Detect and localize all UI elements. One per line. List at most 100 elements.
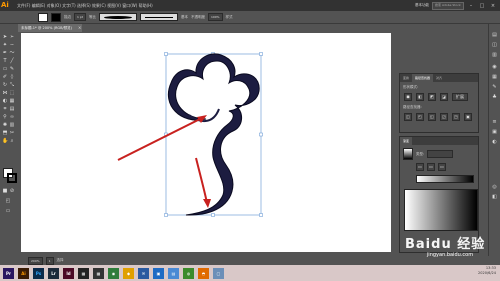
taskbar-app-window[interactable]: ▢ bbox=[213, 267, 224, 279]
selection-tool-icon[interactable]: ➤ bbox=[2, 34, 8, 40]
brush-profile-dropdown[interactable] bbox=[98, 13, 137, 21]
system-clock[interactable]: 13:33 2020/6/24 bbox=[478, 266, 496, 276]
tab-gradient[interactable]: 渐变 bbox=[400, 137, 413, 145]
tab-align[interactable]: 对齐 bbox=[433, 74, 445, 82]
maximize-button[interactable]: □ bbox=[478, 3, 486, 9]
gradient-slider[interactable] bbox=[416, 175, 474, 183]
taskbar-app-files[interactable]: ▤ bbox=[168, 267, 179, 279]
close-window-button[interactable]: × bbox=[489, 3, 497, 9]
pen-tool-icon[interactable]: ✒ bbox=[2, 50, 8, 56]
draw-mode-icon[interactable]: ◰ bbox=[5, 198, 11, 204]
artboard-number-field[interactable]: 1 bbox=[45, 256, 54, 265]
rotate-tool-icon[interactable]: ↻ bbox=[2, 82, 8, 88]
fill-swatch[interactable] bbox=[38, 12, 48, 22]
taskbar-app-video[interactable]: ▦ bbox=[78, 267, 89, 279]
column-graph-tool-icon[interactable]: ▥ bbox=[9, 122, 15, 128]
symbol-sprayer-tool-icon[interactable]: ✺ bbox=[2, 122, 8, 128]
artboard-canvas[interactable] bbox=[21, 33, 391, 252]
stroke-panel-icon[interactable]: ≡ bbox=[491, 119, 498, 126]
taskbar-app-photoshop[interactable]: Ps bbox=[33, 267, 44, 279]
stroke-gradient-icon[interactable]: ▭ bbox=[416, 163, 424, 171]
rectangle-tool-icon[interactable]: ▭ bbox=[2, 66, 8, 72]
screen-mode-icon[interactable]: ▭ bbox=[5, 208, 11, 214]
main-menu[interactable]: 文件(F) 编辑(E) 对象(O) 文字(T) 选择(S) 效果(C) 视图(V… bbox=[17, 3, 153, 9]
taskbar-app-chrome[interactable]: ◍ bbox=[183, 267, 194, 279]
tab-transform[interactable]: 变换 bbox=[400, 74, 412, 82]
tab-pathfinder[interactable]: 路径查找器 bbox=[412, 74, 434, 82]
slice-tool-icon[interactable]: ✂ bbox=[9, 130, 15, 136]
workspace-switcher[interactable]: 基本功能 bbox=[415, 3, 429, 8]
stroke-style-dropdown[interactable] bbox=[139, 13, 178, 21]
minus-front-button[interactable]: ◧ bbox=[416, 93, 424, 101]
zoom-tool-icon[interactable]: ⌕ bbox=[9, 138, 15, 144]
gradient-panel-icon[interactable]: ▣ bbox=[491, 129, 498, 136]
stroke-swatch[interactable] bbox=[51, 12, 61, 22]
color-mode-icon[interactable]: ■ bbox=[2, 188, 8, 194]
scale-tool-icon[interactable]: ⤡ bbox=[9, 82, 15, 88]
curvature-tool-icon[interactable]: 〜 bbox=[9, 50, 15, 56]
blend-tool-icon[interactable]: ∞ bbox=[9, 114, 15, 120]
taskbar-app-media[interactable]: ▦ bbox=[93, 267, 104, 279]
taskbar-app-yellow[interactable]: ◆ bbox=[123, 267, 134, 279]
mesh-tool-icon[interactable]: ⌗ bbox=[2, 106, 8, 112]
taskbar-app-indesign[interactable]: Id bbox=[63, 267, 74, 279]
taskbar-app-premiere[interactable]: Pr bbox=[3, 267, 14, 279]
trim-button[interactable]: ◰ bbox=[416, 113, 424, 121]
gradient-thumbnail[interactable] bbox=[403, 148, 413, 160]
swatches-panel-icon[interactable]: ▦ bbox=[491, 74, 498, 81]
eyedropper-tool-icon[interactable]: ⚲ bbox=[2, 114, 8, 120]
document-tab[interactable]: 未标题-1* @ 200% (RGB/预览) bbox=[18, 24, 82, 32]
close-document-icon[interactable]: × bbox=[78, 24, 83, 32]
taskbar-app-illustrator[interactable]: Ai bbox=[18, 267, 29, 279]
magic-wand-tool-icon[interactable]: ✦ bbox=[2, 42, 8, 48]
eraser-tool-icon[interactable]: ◊ bbox=[9, 74, 15, 80]
color-panel-icon[interactable]: ◉ bbox=[491, 64, 498, 71]
minus-back-button[interactable]: ▣ bbox=[464, 113, 472, 121]
free-transform-tool-icon[interactable]: ⬚ bbox=[9, 90, 15, 96]
shape-builder-tool-icon[interactable]: ◐ bbox=[2, 98, 8, 104]
exclude-button[interactable]: ◪ bbox=[440, 93, 448, 101]
stroke-gradient-across-icon[interactable]: ▭ bbox=[438, 163, 446, 171]
gradient-type-dropdown[interactable] bbox=[427, 150, 454, 158]
unite-button[interactable]: ◼ bbox=[404, 93, 412, 101]
gradient-tool-icon[interactable]: ▤ bbox=[9, 106, 15, 112]
hand-tool-icon[interactable]: ✋ bbox=[2, 138, 8, 144]
expand-button[interactable]: 扩展 bbox=[452, 93, 468, 101]
taskbar-app-green[interactable]: ◉ bbox=[108, 267, 119, 279]
minimize-button[interactable]: – bbox=[467, 3, 475, 9]
opacity-field[interactable]: 100% bbox=[207, 13, 223, 21]
none-mode-icon[interactable]: ⊘ bbox=[9, 188, 15, 194]
divide-button[interactable]: ◫ bbox=[404, 113, 412, 121]
stroke-gradient-along-icon[interactable]: ▭ bbox=[427, 163, 435, 171]
libraries-panel-icon[interactable]: ▥ bbox=[491, 52, 498, 59]
paintbrush-tool-icon[interactable]: ✎ bbox=[9, 66, 15, 72]
transparency-panel-icon[interactable]: ◐ bbox=[491, 139, 498, 146]
stroke-weight-field[interactable]: 1 pt bbox=[74, 13, 86, 21]
line-tool-icon[interactable]: ╱ bbox=[9, 58, 15, 64]
stroke-color-icon[interactable] bbox=[7, 173, 17, 183]
width-tool-icon[interactable]: ⋈ bbox=[2, 90, 8, 96]
appearance-panel-icon[interactable]: ◎ bbox=[491, 184, 498, 191]
merge-button[interactable]: ◱ bbox=[428, 113, 436, 121]
brushes-panel-icon[interactable]: ✎ bbox=[491, 84, 498, 91]
taskbar-app-firefox[interactable]: ◓ bbox=[198, 267, 209, 279]
lasso-tool-icon[interactable]: ∽ bbox=[9, 42, 15, 48]
uniform-label[interactable]: 等比 bbox=[89, 15, 96, 20]
graphic-styles-panel-icon[interactable]: ◧ bbox=[491, 194, 498, 201]
intersect-button[interactable]: ◩ bbox=[428, 93, 436, 101]
artboard-tool-icon[interactable]: ⬒ bbox=[2, 130, 8, 136]
zoom-level-field[interactable]: 200% bbox=[28, 256, 43, 265]
taskbar-app-qq[interactable]: ✉ bbox=[138, 267, 149, 279]
outline-button[interactable]: ◳ bbox=[452, 113, 460, 121]
properties-panel-icon[interactable]: ▤ bbox=[491, 32, 498, 39]
symbols-panel-icon[interactable]: ♣ bbox=[491, 94, 498, 101]
type-tool-icon[interactable]: T bbox=[2, 58, 8, 64]
direct-selection-tool-icon[interactable]: ➢ bbox=[9, 34, 15, 40]
taskbar-app-explorer[interactable]: ▣ bbox=[153, 267, 164, 279]
shaper-tool-icon[interactable]: ✐ bbox=[2, 74, 8, 80]
crop-button[interactable]: ◲ bbox=[440, 113, 448, 121]
perspective-grid-tool-icon[interactable]: ▦ bbox=[9, 98, 15, 104]
taskbar-app-lightroom[interactable]: Lr bbox=[48, 267, 59, 279]
stock-search-input[interactable]: 搜索 Adobe Stock bbox=[432, 1, 464, 10]
layers-panel-icon[interactable]: ◫ bbox=[491, 42, 498, 49]
